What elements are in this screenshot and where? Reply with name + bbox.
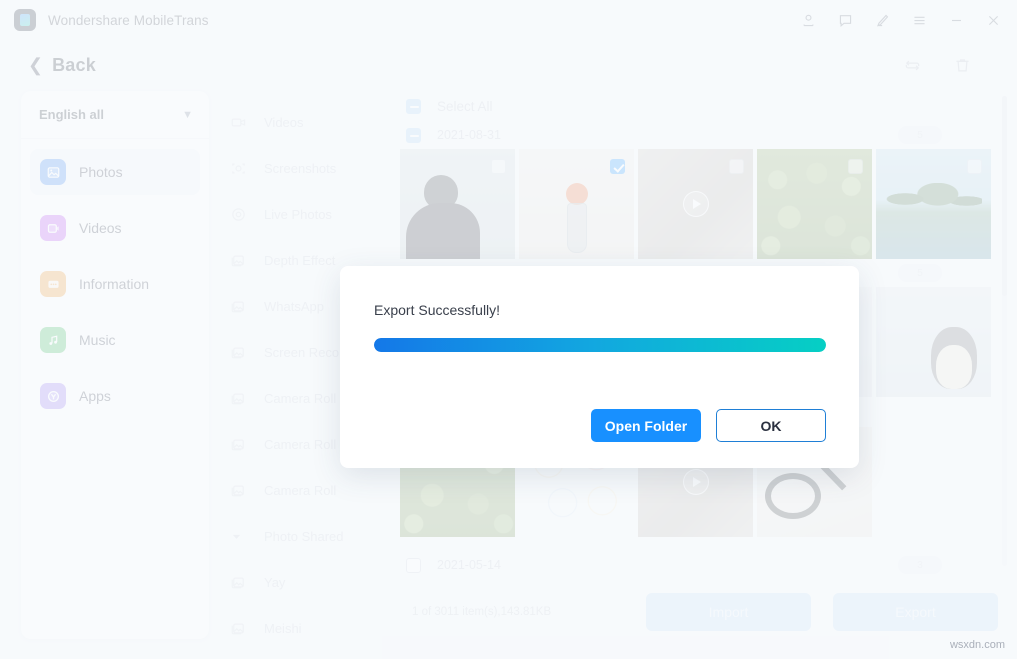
progress-bar-fill: [374, 338, 826, 352]
dialog-title: Export Successfully!: [374, 302, 826, 318]
application-window: Wondershare MobileTrans: [0, 0, 1017, 659]
open-folder-button[interactable]: Open Folder: [591, 409, 701, 442]
progress-bar: [374, 338, 826, 352]
ok-button[interactable]: OK: [716, 409, 826, 442]
watermark: wsxdn.com: [950, 639, 1005, 651]
export-success-dialog: Export Successfully! Open Folder OK: [340, 266, 859, 468]
